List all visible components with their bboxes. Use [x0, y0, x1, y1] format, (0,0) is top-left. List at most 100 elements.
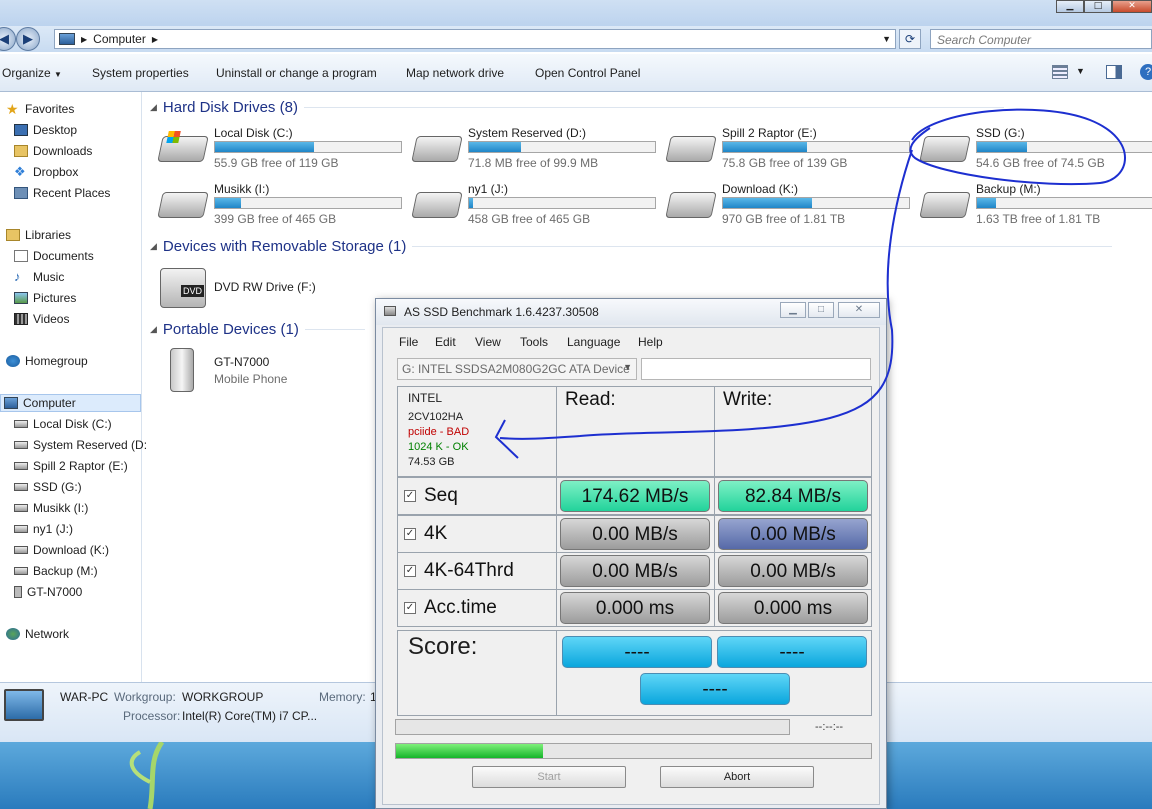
device-select-value: G: INTEL SSDSA2M080G2GC ATA Device [402, 362, 630, 376]
benchmark-minimize-button[interactable]: ▁ [780, 302, 806, 318]
drive-item[interactable]: Local Disk (C:) 55.9 GB free of 119 GB [157, 126, 402, 170]
homegroup-icon [6, 355, 20, 367]
nav-videos[interactable]: Videos [14, 310, 69, 328]
write-value: 0.000 ms [718, 592, 868, 624]
pictures-icon [14, 292, 28, 304]
nav-label: GT-N7000 [27, 585, 83, 599]
row-checkbox[interactable]: ✓ [404, 490, 416, 502]
drive-driver-status: pciide - BAD [408, 426, 470, 438]
row-checkbox[interactable]: ✓ [404, 602, 416, 614]
close-button[interactable]: ✕ [1112, 0, 1152, 13]
nav-drive-item[interactable]: ny1 (J:) [14, 520, 73, 538]
videos-icon [14, 313, 28, 325]
system-properties-button[interactable]: System properties [92, 66, 189, 80]
drive-name: Download (K:) [722, 182, 799, 196]
nav-drive-item[interactable]: System Reserved (D: [14, 436, 147, 454]
maximize-button[interactable]: □ [1084, 0, 1112, 13]
menu-file[interactable]: File [399, 335, 418, 349]
device-item-phone[interactable]: GT-N7000 Mobile Phone [160, 346, 380, 396]
row-label-cell: ✓ 4K-64Thrd [397, 552, 557, 590]
nav-drive-item[interactable]: Download (K:) [14, 541, 109, 559]
benchmark-maximize-button[interactable]: □ [808, 302, 834, 318]
drive-item[interactable]: Musikk (I:) 399 GB free of 465 GB [157, 182, 402, 226]
menu-language[interactable]: Language [567, 335, 620, 349]
drive-item[interactable]: ny1 (J:) 458 GB free of 465 GB [411, 182, 656, 226]
chevron-down-icon[interactable]: ▼ [882, 34, 891, 44]
preview-pane-icon[interactable] [1106, 65, 1122, 79]
nav-drive-item[interactable]: SSD (G:) [14, 478, 82, 496]
nav-label: Backup (M:) [33, 564, 98, 578]
group-hard-disk-drives[interactable]: ◢ Hard Disk Drives (8) [150, 99, 1004, 116]
nav-homegroup[interactable]: Homegroup [6, 352, 88, 370]
drive-item[interactable]: Spill 2 Raptor (E:) 75.8 GB free of 139 G… [665, 126, 910, 170]
drive-item[interactable]: System Reserved (D:) 71.8 MB free of 99.9… [411, 126, 656, 170]
write-header-cell: Write: [714, 386, 872, 477]
nav-music[interactable]: ♪ Music [14, 268, 64, 286]
nav-label: SSD (G:) [33, 480, 82, 494]
nav-drive-item[interactable]: Musikk (I:) [14, 499, 88, 517]
network-icon [6, 628, 20, 640]
drive-usage-fill [215, 198, 242, 208]
nav-label: Spill 2 Raptor (E:) [33, 459, 128, 473]
organize-button[interactable]: Organize ▼ [2, 66, 62, 80]
minimize-button[interactable]: ▁ [1056, 0, 1084, 13]
menu-help[interactable]: Help [638, 335, 663, 349]
abort-button[interactable]: Abort [660, 766, 814, 788]
menu-view[interactable]: View [475, 335, 501, 349]
chevron-down-icon[interactable]: ▼ [1076, 66, 1085, 76]
nav-drive-item[interactable]: Backup (M:) [14, 562, 98, 580]
drive-info-panel: INTEL 2CV102HA pciide - BAD 1024 K - OK … [397, 386, 557, 477]
drive-item[interactable]: SSD (G:) 54.6 GB free of 74.5 GB [919, 126, 1152, 170]
drive-item[interactable]: Download (K:) 970 GB free of 1.81 TB [665, 182, 910, 226]
address-bar[interactable]: ▶ Computer ▶ ▼ [54, 29, 896, 49]
nav-libraries[interactable]: Libraries [6, 226, 71, 244]
nav-network[interactable]: Network [6, 625, 69, 643]
menu-tools[interactable]: Tools [520, 335, 548, 349]
start-button[interactable]: Start [472, 766, 626, 788]
group-portable-devices[interactable]: ◢ Portable Devices (1) [150, 321, 365, 338]
nav-recent-places[interactable]: Recent Places [14, 184, 110, 202]
row-checkbox[interactable]: ✓ [404, 565, 416, 577]
benchmark-client-area: File Edit View Tools Language Help G: IN… [382, 327, 880, 805]
group-removable-storage[interactable]: ◢ Devices with Removable Storage (1) [150, 238, 1113, 255]
nav-label: Computer [23, 396, 76, 410]
drive-free-space: 399 GB free of 465 GB [214, 212, 337, 226]
nav-drive-item[interactable]: GT-N7000 [14, 583, 82, 601]
nav-dropbox[interactable]: ❖ Dropbox [14, 163, 78, 181]
nav-downloads[interactable]: Downloads [14, 142, 92, 160]
drive-name: Backup (M:) [976, 182, 1041, 196]
menu-edit[interactable]: Edit [435, 335, 456, 349]
search-input[interactable]: Search Computer [930, 29, 1152, 49]
nav-computer[interactable]: Computer [0, 394, 141, 412]
nav-label: Desktop [33, 123, 78, 137]
nav-favorites[interactable]: ★ Favorites [6, 100, 74, 118]
nav-documents[interactable]: Documents [14, 247, 94, 265]
row-checkbox[interactable]: ✓ [404, 528, 416, 540]
drive-name: Local Disk (C:) [214, 126, 293, 140]
nav-pictures[interactable]: Pictures [14, 289, 76, 307]
test-progress-bar [395, 719, 790, 735]
nav-label: Network [25, 627, 70, 641]
open-control-panel-button[interactable]: Open Control Panel [535, 66, 640, 80]
device-select[interactable]: G: INTEL SSDSA2M080G2GC ATA Device ▼ [397, 358, 637, 380]
view-options-icon[interactable] [1052, 65, 1068, 79]
memory-label: Memory: [319, 690, 366, 704]
uninstall-button[interactable]: Uninstall or change a program [216, 66, 377, 80]
forward-button[interactable]: ▶ [16, 27, 40, 51]
drive-item[interactable]: Backup (M:) 1.63 TB free of 1.81 TB [919, 182, 1152, 226]
nav-drive-item[interactable]: Local Disk (C:) [14, 415, 112, 433]
nav-label: ny1 (J:) [33, 522, 74, 536]
device-info-field[interactable] [641, 358, 871, 380]
group-title: Devices with Removable Storage (1) [162, 238, 407, 255]
hard-drive-icon [411, 136, 463, 162]
benchmark-close-button[interactable]: ✕ [838, 302, 880, 318]
drive-item-dvd[interactable]: DVD DVD RW Drive (F:) [160, 266, 400, 310]
hard-drive-icon [665, 192, 717, 218]
help-icon[interactable]: ? [1140, 64, 1152, 80]
breadcrumb[interactable]: Computer [93, 32, 146, 46]
nav-desktop[interactable]: Desktop [14, 121, 77, 139]
drive-usage-bar [468, 141, 656, 153]
map-network-drive-button[interactable]: Map network drive [406, 66, 504, 80]
refresh-button[interactable]: ⟳ [899, 29, 921, 49]
nav-drive-item[interactable]: Spill 2 Raptor (E:) [14, 457, 128, 475]
